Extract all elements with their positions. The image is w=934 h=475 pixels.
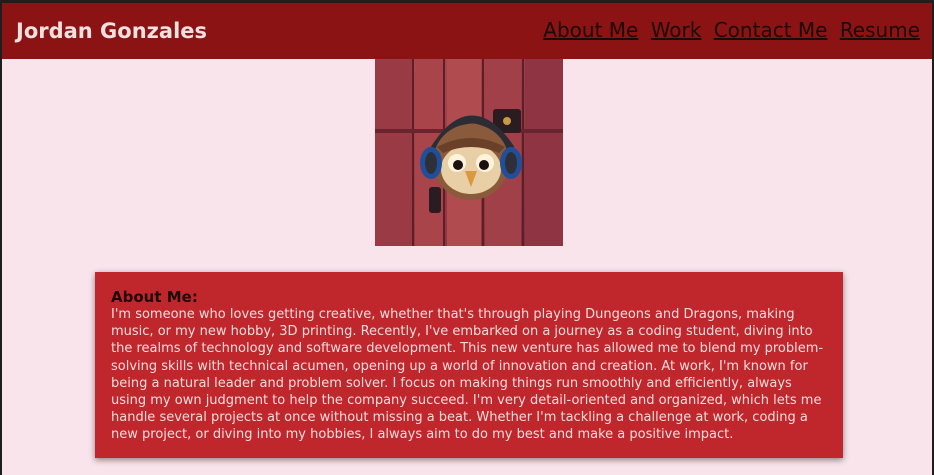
- page: Jordan Gonzales About Me Work Contact Me…: [0, 0, 934, 475]
- about-me-card: About Me: I'm someone who loves getting …: [95, 272, 843, 458]
- profile-image: [375, 59, 563, 246]
- nav-contact-me[interactable]: Contact Me: [714, 18, 828, 42]
- about-me-text: I'm someone who loves getting creative, …: [111, 307, 824, 443]
- owl-headphones-avatar-icon: [375, 59, 563, 246]
- site-header: Jordan Gonzales About Me Work Contact Me…: [2, 3, 932, 59]
- nav-resume[interactable]: Resume: [840, 18, 920, 42]
- about-me-heading: About Me:: [111, 288, 198, 306]
- nav-work[interactable]: Work: [651, 18, 702, 42]
- nav-about-me[interactable]: About Me: [543, 18, 638, 42]
- site-title: Jordan Gonzales: [16, 19, 208, 43]
- main-nav: About Me Work Contact Me Resume: [537, 18, 920, 42]
